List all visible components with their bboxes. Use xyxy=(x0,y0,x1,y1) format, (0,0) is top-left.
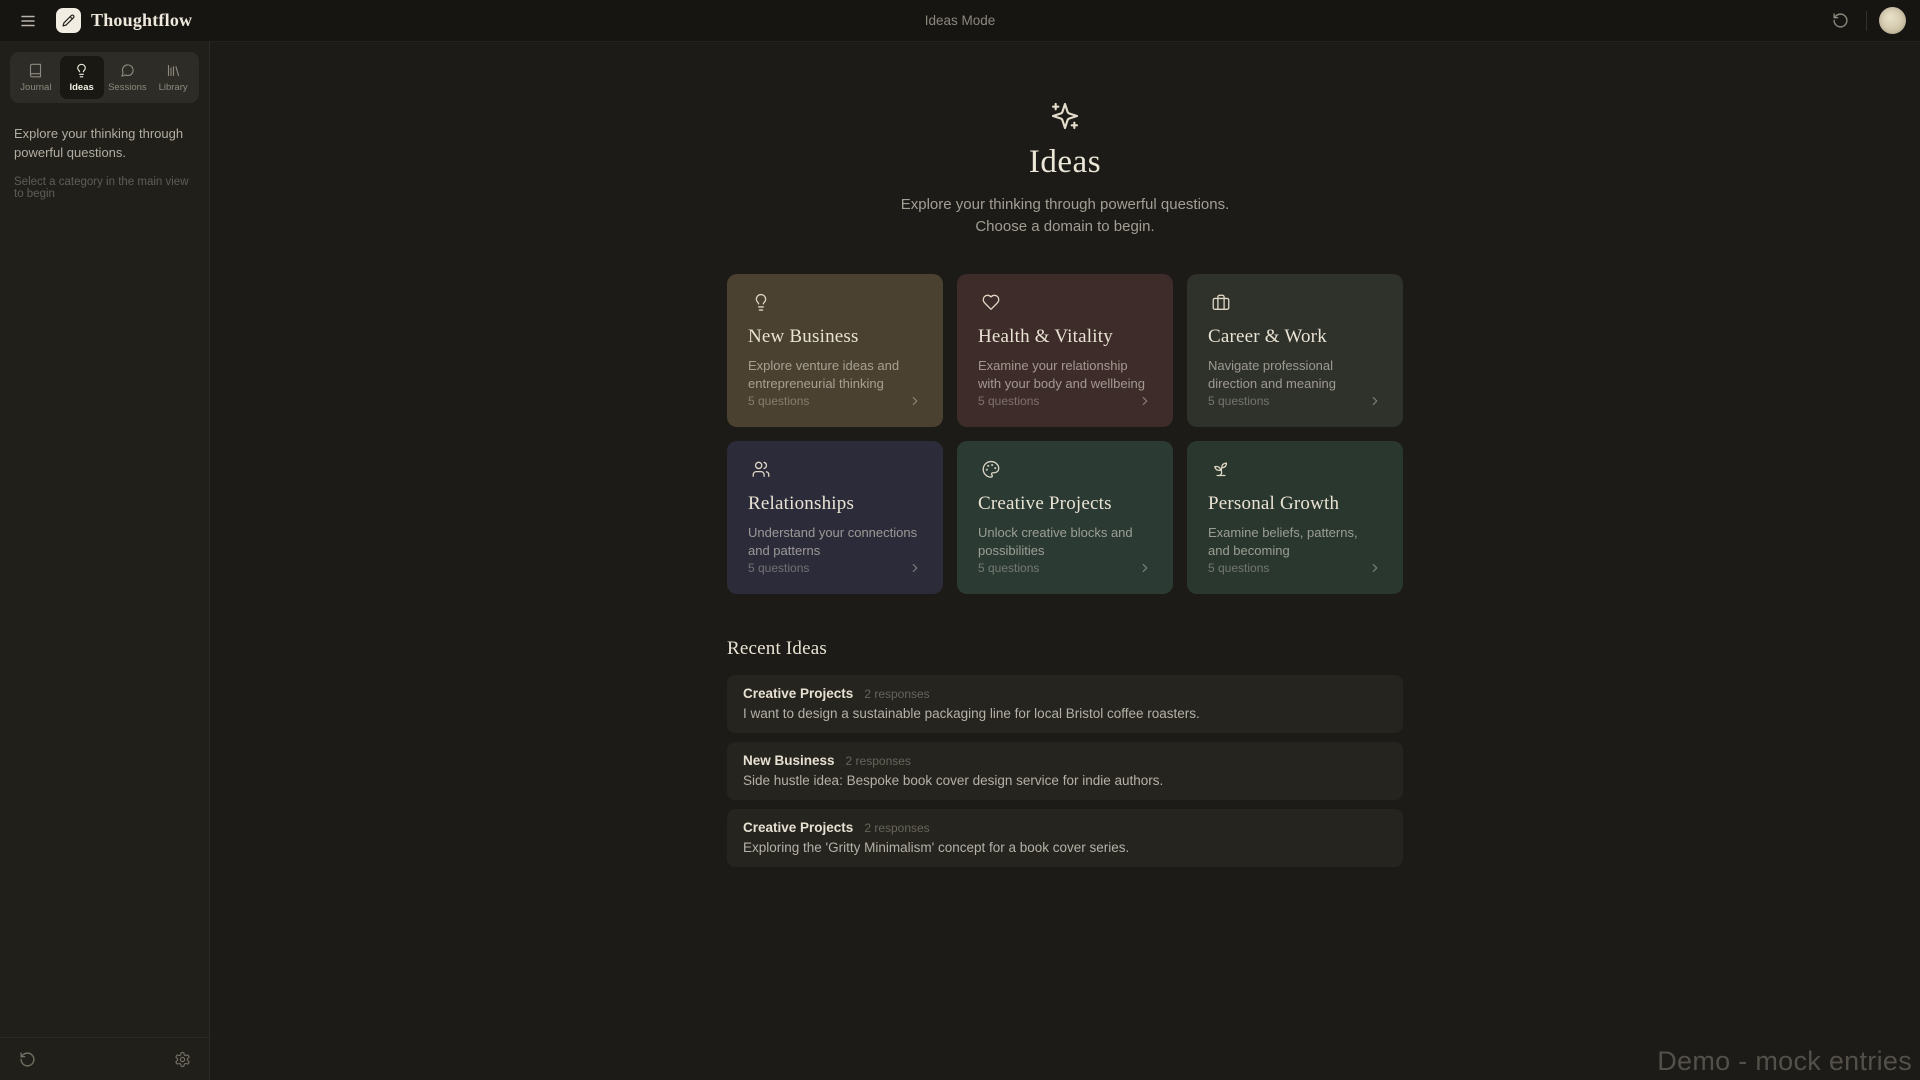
main-content: Ideas Explore your thinking through powe… xyxy=(210,42,1920,1080)
recent-idea-category: New Business xyxy=(743,753,835,768)
card-question-count: 5 questions xyxy=(748,561,809,575)
card-footer: 5 questions xyxy=(748,561,922,575)
history-button[interactable] xyxy=(1826,7,1854,35)
category-card[interactable]: Relationships Understand your connection… xyxy=(727,441,943,594)
sidebar-tab-journal[interactable]: Journal xyxy=(14,56,58,99)
history-button-sidebar[interactable] xyxy=(14,1046,40,1072)
recent-idea-item[interactable]: Creative Projects 2 responses Exploring … xyxy=(727,809,1403,867)
card-description: Unlock creative blocks and possibilities xyxy=(978,524,1152,560)
app-logo xyxy=(56,8,81,33)
hero: Ideas Explore your thinking through powe… xyxy=(210,100,1920,238)
tab-label: Ideas xyxy=(69,82,93,93)
recent-idea-item[interactable]: Creative Projects 2 responses I want to … xyxy=(727,675,1403,733)
sidebar-hint: Select a category in the main view to be… xyxy=(14,176,195,200)
recent-ideas-section: Recent Ideas Creative Projects 2 respons… xyxy=(727,638,1403,867)
demo-watermark: Demo - mock entries xyxy=(1657,1046,1912,1077)
settings-button[interactable] xyxy=(169,1046,195,1072)
chevron-right-icon xyxy=(1138,394,1152,408)
card-question-count: 5 questions xyxy=(978,394,1039,408)
card-footer: 5 questions xyxy=(748,394,922,408)
recent-ideas-heading: Recent Ideas xyxy=(727,638,1403,660)
heart-icon xyxy=(978,293,1004,312)
history-icon xyxy=(1832,12,1849,29)
tab-label: Library xyxy=(159,82,188,93)
card-title: Personal Growth xyxy=(1208,493,1382,515)
recent-ideas-list: Creative Projects 2 responses I want to … xyxy=(727,675,1403,867)
card-footer: 5 questions xyxy=(1208,561,1382,575)
sidebar-tab-ideas[interactable]: Ideas xyxy=(60,56,104,99)
briefcase-icon xyxy=(1208,293,1234,312)
book-icon xyxy=(28,63,43,78)
recent-idea-responses: 2 responses xyxy=(864,687,929,701)
page-subtitle: Explore your thinking through powerful q… xyxy=(893,194,1238,238)
user-avatar[interactable] xyxy=(1879,7,1906,34)
chevron-right-icon xyxy=(1368,561,1382,575)
card-description: Navigate professional direction and mean… xyxy=(1208,357,1382,393)
sprout-icon xyxy=(1208,460,1234,479)
menu-button[interactable] xyxy=(14,7,42,35)
category-card[interactable]: Career & Work Navigate professional dire… xyxy=(1187,274,1403,427)
history-icon xyxy=(19,1051,36,1068)
pencil-icon xyxy=(62,14,75,27)
card-description: Examine beliefs, patterns, and becoming xyxy=(1208,524,1382,560)
card-title: Health & Vitality xyxy=(978,326,1152,348)
sidebar-description: Explore your thinking through powerful q… xyxy=(14,125,195,163)
category-card[interactable]: Creative Projects Unlock creative blocks… xyxy=(957,441,1173,594)
recent-idea-responses: 2 responses xyxy=(846,754,911,768)
tab-label: Journal xyxy=(20,82,51,93)
category-card[interactable]: Health & Vitality Examine your relations… xyxy=(957,274,1173,427)
lightbulb-icon xyxy=(748,293,774,312)
card-question-count: 5 questions xyxy=(1208,394,1269,408)
card-question-count: 5 questions xyxy=(748,394,809,408)
recent-idea-text: Exploring the 'Gritty Minimalism' concep… xyxy=(743,840,1387,855)
category-cards-grid: New Business Explore venture ideas and e… xyxy=(727,274,1403,594)
recent-idea-category: Creative Projects xyxy=(743,820,853,835)
card-description: Understand your connections and patterns xyxy=(748,524,922,560)
lightbulb-icon xyxy=(74,63,89,78)
card-title: New Business xyxy=(748,326,922,348)
card-footer: 5 questions xyxy=(978,561,1152,575)
card-description: Examine your relationship with your body… xyxy=(978,357,1152,393)
top-bar: Thoughtflow Ideas Mode xyxy=(0,0,1920,42)
library-icon xyxy=(166,63,181,78)
sidebar-tab-bar: Journal Ideas Sessions Library xyxy=(10,52,199,103)
sidebar-footer xyxy=(0,1037,209,1080)
palette-icon xyxy=(978,460,1004,479)
recent-idea-item[interactable]: New Business 2 responses Side hustle ide… xyxy=(727,742,1403,800)
sparkles-icon xyxy=(1049,100,1081,132)
gear-icon xyxy=(174,1051,191,1068)
app-name: Thoughtflow xyxy=(91,10,192,31)
category-card[interactable]: New Business Explore venture ideas and e… xyxy=(727,274,943,427)
card-description: Explore venture ideas and entrepreneuria… xyxy=(748,357,922,393)
card-title: Career & Work xyxy=(1208,326,1382,348)
chevron-right-icon xyxy=(1138,561,1152,575)
users-icon xyxy=(748,460,774,479)
chevron-right-icon xyxy=(908,561,922,575)
card-question-count: 5 questions xyxy=(1208,561,1269,575)
card-footer: 5 questions xyxy=(1208,394,1382,408)
sidebar-tab-library[interactable]: Library xyxy=(151,56,195,99)
recent-idea-category: Creative Projects xyxy=(743,686,853,701)
brand: Thoughtflow xyxy=(56,8,192,33)
sidebar: Journal Ideas Sessions Library Explore y… xyxy=(0,42,210,1080)
hamburger-menu-icon xyxy=(19,12,37,30)
chevron-right-icon xyxy=(1368,394,1382,408)
mode-title: Ideas Mode xyxy=(0,13,1920,28)
tab-label: Sessions xyxy=(108,82,147,93)
recent-idea-text: I want to design a sustainable packaging… xyxy=(743,706,1387,721)
chat-bubble-icon xyxy=(120,63,135,78)
category-card[interactable]: Personal Growth Examine beliefs, pattern… xyxy=(1187,441,1403,594)
card-title: Relationships xyxy=(748,493,922,515)
topbar-divider xyxy=(1866,11,1867,31)
recent-idea-text: Side hustle idea: Bespoke book cover des… xyxy=(743,773,1387,788)
page-title: Ideas xyxy=(1029,144,1101,181)
card-title: Creative Projects xyxy=(978,493,1152,515)
recent-idea-responses: 2 responses xyxy=(864,821,929,835)
sidebar-tab-sessions[interactable]: Sessions xyxy=(106,56,150,99)
card-question-count: 5 questions xyxy=(978,561,1039,575)
card-footer: 5 questions xyxy=(978,394,1152,408)
chevron-right-icon xyxy=(908,394,922,408)
